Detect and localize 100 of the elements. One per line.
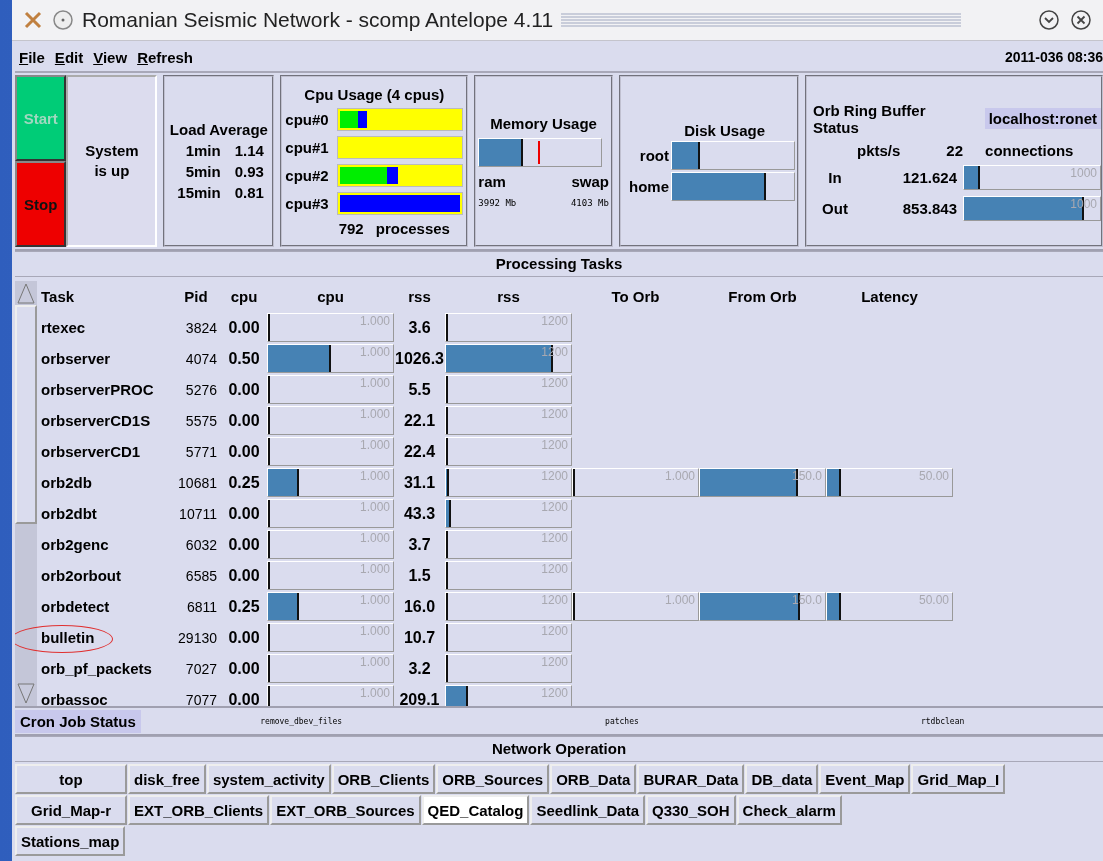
rate-label: pkts/s	[857, 141, 901, 159]
pid-cell-text: 5771	[184, 443, 218, 460]
column-header: rss	[407, 288, 432, 305]
meter-max-label: 1.000	[359, 407, 390, 421]
cpu-cell-text: 0.00	[227, 628, 261, 647]
menu-circle-icon[interactable]	[52, 9, 74, 31]
meter-max-label: 1200	[541, 624, 568, 638]
rss-cell-text: 16.0	[402, 597, 437, 616]
network-button[interactable]: Grid_Map_I	[911, 764, 1006, 794]
network-button[interactable]: ORB_Data	[550, 764, 637, 794]
memory-value: 3992 Mb	[478, 197, 517, 208]
rss-cell-text: 1.5	[407, 566, 432, 585]
pid-cell-text: 4074	[184, 350, 218, 367]
menu-item[interactable]: View	[93, 48, 128, 66]
connections-label: connections	[985, 141, 1074, 159]
meter-max-label: 1.000	[359, 562, 390, 576]
task-name: bulletin	[41, 629, 171, 646]
meter-max-label: 1.000	[359, 500, 390, 514]
task-name: orbassoc	[41, 691, 109, 706]
cpu-cell-text: 0.00	[227, 318, 261, 337]
column-header: Pid	[183, 288, 209, 305]
meter-max-label: 1200	[541, 376, 568, 390]
cpu-label: cpu#2	[285, 166, 330, 184]
cpu-cell-text: 0.00	[227, 566, 261, 585]
meter-max-label: 1.000	[359, 469, 390, 483]
column-header: From Orb	[727, 288, 798, 305]
minimize-icon[interactable]	[1037, 8, 1061, 32]
network-button[interactable]: EXT_ORB_Clients	[128, 795, 270, 825]
meter-max-label: 1200	[541, 469, 568, 483]
meter-max-label: 1200	[541, 314, 568, 328]
network-button[interactable]: top	[15, 764, 127, 794]
menu-item[interactable]: File	[19, 48, 45, 66]
scroll-down-icon[interactable]	[15, 682, 37, 706]
direction-label: Out	[821, 199, 849, 217]
rss-cell-text: 10.7	[402, 628, 437, 647]
task-name: orb_pf_packets	[41, 660, 153, 677]
network-button[interactable]: ORB_Clients	[331, 764, 436, 794]
load-value: 0.81	[234, 184, 264, 201]
task-name: orbdetect	[41, 598, 111, 615]
network-button[interactable]: Grid_Map-r	[15, 795, 127, 825]
network-button[interactable]: disk_free	[128, 764, 206, 794]
column-header: To Orb	[610, 288, 661, 305]
pid-cell-text: 5276	[184, 381, 218, 398]
column-header: cpu	[229, 288, 259, 305]
column-header: Task	[41, 288, 76, 305]
column-header: Latency	[860, 288, 919, 305]
cron-label: Cron Job Status	[15, 709, 141, 733]
rss-cell-text: 31.1	[402, 473, 437, 492]
scroll-thumb[interactable]	[15, 305, 37, 524]
rss-cell-text: 43.3	[402, 504, 437, 523]
cpu-cell-text: 0.00	[227, 504, 261, 523]
network-button[interactable]: Seedlink_Data	[530, 795, 645, 825]
meter-max-label: 1200	[541, 593, 568, 607]
task-name: orb2orbout	[41, 567, 122, 584]
network-button[interactable]: system_activity	[206, 764, 331, 794]
rss-cell-text: 5.5	[407, 380, 432, 399]
network-button[interactable]: DB_data	[745, 764, 819, 794]
menu-item[interactable]: Edit	[54, 48, 84, 66]
cpu-cell-text: 0.00	[227, 380, 261, 399]
meter-max-label: 1.000	[359, 438, 390, 452]
cpu-cell-text: 0.25	[227, 597, 261, 616]
panel-title: Load Average	[169, 121, 268, 138]
meter-max-label: 1200	[541, 438, 568, 452]
stop-button[interactable]: Stop	[15, 161, 67, 247]
network-button[interactable]: ORB_Sources	[436, 764, 550, 794]
meter-max-label: 1200	[541, 655, 568, 669]
scroll-up-icon[interactable]	[15, 281, 37, 305]
column-header: rss	[496, 288, 521, 305]
meter-max-label: 1000	[1070, 196, 1097, 211]
network-button[interactable]: BURAR_Data	[637, 764, 745, 794]
network-button[interactable]: Q330_SOH	[646, 795, 736, 825]
cpu-cell-text: 0.00	[227, 690, 261, 706]
connection-count: 22	[946, 141, 964, 159]
task-name: orbserverCD1S	[41, 412, 152, 429]
memory-label: swap	[571, 172, 609, 190]
network-button[interactable]: Stations_map	[15, 826, 126, 856]
timestamp: 2011-036 08:36	[1004, 49, 1103, 65]
pid-cell-text: 10711	[178, 505, 218, 522]
task-name: orb2dbt	[41, 505, 98, 522]
load-label: 15min	[177, 184, 221, 201]
panel-title: Cpu Usage (4 cpus)	[304, 85, 445, 103]
meter-max-label: 1200	[541, 531, 568, 545]
network-button[interactable]: Check_alarm	[736, 795, 842, 825]
load-value: 0.93	[234, 163, 264, 180]
disk-label: root	[639, 146, 669, 164]
meter-max-label: 1.000	[359, 624, 390, 638]
close-icon[interactable]	[1069, 8, 1093, 32]
rss-cell-text: 209.1	[398, 690, 441, 706]
panel-title: Orb Ring Buffer Status	[813, 101, 927, 136]
cpu-label: cpu#1	[285, 138, 330, 156]
pid-cell-text: 3824	[184, 319, 218, 336]
network-button[interactable]: EXT_ORB_Sources	[270, 795, 421, 825]
network-button[interactable]: QED_Catalog	[421, 795, 530, 825]
cpu-cell-text: 0.00	[227, 411, 261, 430]
meter-max-label: 50.00	[918, 469, 949, 483]
meter-max-label: 1.000	[359, 593, 390, 607]
menu-item[interactable]: Refresh	[137, 48, 193, 66]
memory-label: ram	[478, 172, 507, 190]
network-button[interactable]: Event_Map	[819, 764, 911, 794]
scrollbar[interactable]	[15, 281, 37, 706]
